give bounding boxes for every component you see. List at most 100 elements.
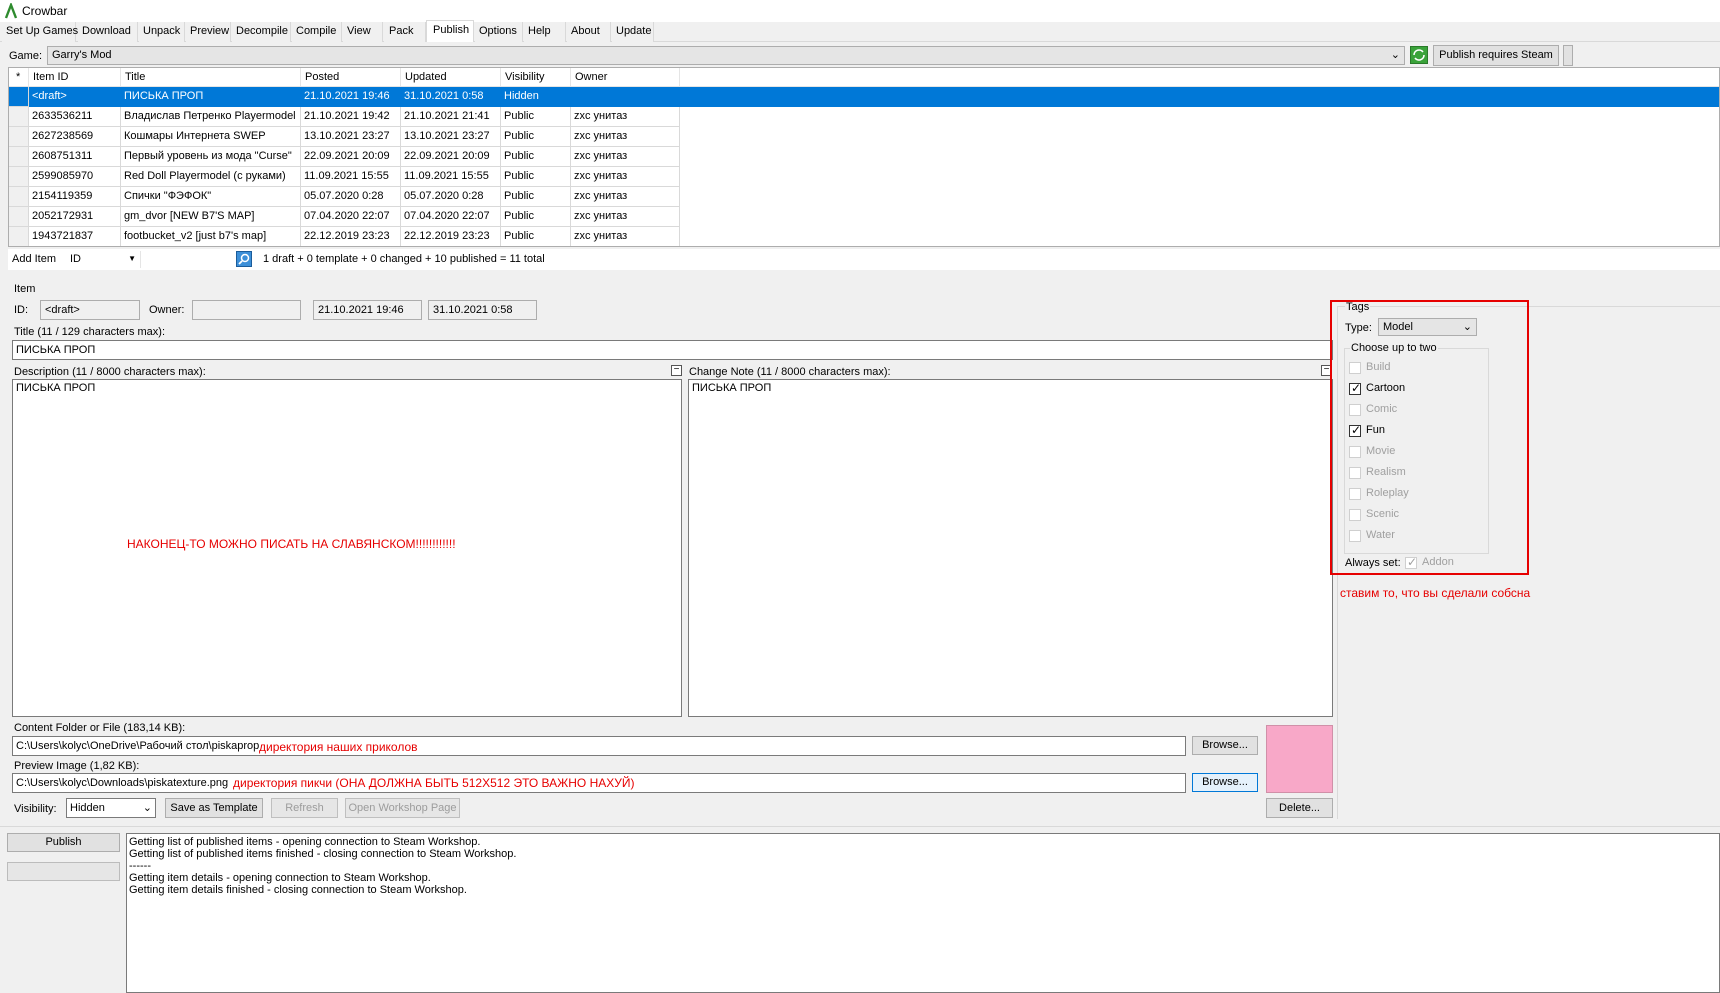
table-row[interactable]: 2627238569 Кошмары Интернета SWEP 13.10.… — [9, 127, 1719, 147]
column-header-posted[interactable]: Posted — [301, 68, 401, 87]
publish-requires-steam-button[interactable]: Publish requires Steam — [1433, 45, 1559, 66]
cell-title: Владислав Петренко Playermodel — [121, 107, 301, 127]
column-header-visibility[interactable]: Visibility — [501, 68, 571, 87]
main-tab-bar: Set Up Games Download Unpack Preview Dec… — [0, 20, 1720, 42]
cell-visibility: Public — [501, 107, 571, 127]
refresh-games-icon[interactable] — [1410, 46, 1428, 64]
delete-button[interactable]: Delete... — [1266, 798, 1333, 818]
log-line: Getting item details finished - closing … — [129, 884, 467, 896]
table-row[interactable]: 2052172931 gm_dvor [NEW B7'S MAP] 07.04.… — [9, 207, 1719, 227]
annotation-content-dir: директория наших приколов — [259, 740, 418, 754]
table-row[interactable]: 1943721837 footbucket_v2 [just b7's map]… — [9, 227, 1719, 246]
annotation-tags: ставим то, что вы сделали собсна — [1340, 586, 1531, 600]
cell-owner: zxc унитаз — [571, 107, 680, 127]
cell-owner: zxc унитаз — [571, 207, 680, 227]
tab-unpack[interactable]: Unpack — [139, 22, 185, 42]
table-row[interactable]: 2608751311 Первый уровень из мода "Curse… — [9, 147, 1719, 167]
tab-decompile[interactable]: Decompile — [232, 22, 291, 42]
search-type-value: ID — [70, 253, 81, 265]
cell-item-id: 2608751311 — [29, 147, 121, 167]
tab-options[interactable]: Options — [475, 22, 523, 42]
column-header-title[interactable]: Title — [121, 68, 301, 87]
save-as-template-button[interactable]: Save as Template — [165, 798, 263, 818]
tab-preview[interactable]: Preview — [186, 22, 231, 42]
row-header — [9, 87, 29, 107]
description-label: Description (11 / 8000 characters max): — [14, 366, 206, 378]
log-line: ------ — [129, 860, 151, 872]
cell-title: Спички "ФЭФОК" — [121, 187, 301, 207]
cell-title: ПИСЬКА ПРОП — [121, 87, 301, 107]
cell-item-id: 2627238569 — [29, 127, 121, 147]
progress-bar — [7, 862, 120, 881]
row-header — [9, 227, 29, 246]
visibility-select[interactable]: Hidden ⌄ — [66, 798, 156, 818]
cell-updated: 05.07.2020 0:28 — [401, 187, 501, 207]
cell-title: gm_dvor [NEW B7'S MAP] — [121, 207, 301, 227]
tab-about[interactable]: About — [567, 22, 611, 42]
title-input[interactable]: ПИСЬКА ПРОП — [12, 340, 1333, 360]
log-line: Getting item details - opening connectio… — [129, 872, 431, 884]
caret-down-icon: ▼ — [128, 254, 136, 263]
publish-button[interactable]: Publish — [7, 833, 120, 852]
cell-owner: zxc унитаз — [571, 147, 680, 167]
row-header — [9, 207, 29, 227]
content-browse-button[interactable]: Browse... — [1192, 736, 1258, 755]
search-icon[interactable] — [236, 251, 252, 267]
cell-title: Red Doll Playermodel (с руками) — [121, 167, 301, 187]
cell-title: Первый уровень из мода "Curse" — [121, 147, 301, 167]
add-item-button[interactable]: Add Item — [12, 253, 56, 265]
table-row[interactable]: 2154119359 Спички "ФЭФОК" 05.07.2020 0:2… — [9, 187, 1719, 207]
cell-owner: zxc унитаз — [571, 127, 680, 147]
content-folder-input[interactable]: C:\Users\kolyc\OneDrive\Рабочий стол\pis… — [12, 736, 1186, 756]
search-input[interactable] — [142, 251, 232, 268]
change-note-label: Change Note (11 / 8000 characters max): — [689, 366, 891, 378]
column-header-updated[interactable]: Updated — [401, 68, 501, 87]
table-row[interactable]: 2633536211 Владислав Петренко Playermode… — [9, 107, 1719, 127]
tab-update[interactable]: Update — [612, 22, 654, 42]
published-items-table[interactable]: * Item ID Title Posted Updated Visibilit… — [8, 67, 1720, 247]
add-item-toolbar: Add Item ID ▼ 1 draft + 0 template + 0 c… — [8, 249, 1720, 270]
cell-posted: 11.09.2021 15:55 — [301, 167, 401, 187]
cell-posted: 13.10.2021 23:27 — [301, 127, 401, 147]
tab-pack[interactable]: Pack — [384, 22, 426, 42]
cell-updated: 22.12.2019 23:23 — [401, 227, 501, 246]
owner-label: Owner: — [149, 304, 185, 316]
search-type-select[interactable]: ID ▼ — [66, 251, 141, 268]
tab-set-up-games[interactable]: Set Up Games — [2, 22, 78, 42]
id-label: ID: — [14, 304, 29, 316]
divider — [0, 826, 1720, 827]
table-row[interactable]: <draft> ПИСЬКА ПРОП 21.10.2021 19:46 31.… — [9, 87, 1719, 107]
open-workshop-page-button[interactable]: Open Workshop Page — [345, 798, 460, 818]
tab-help[interactable]: Help — [524, 22, 566, 42]
change-note-textarea[interactable]: ПИСЬКА ПРОП — [688, 379, 1333, 717]
table-row[interactable]: 2599085970 Red Doll Playermodel (с рукам… — [9, 167, 1719, 187]
cell-updated: 21.10.2021 21:41 — [401, 107, 501, 127]
tab-download[interactable]: Download — [78, 22, 138, 42]
cell-title: footbucket_v2 [just b7's map] — [121, 227, 301, 246]
app-title: Crowbar — [22, 4, 68, 18]
cell-visibility: Public — [501, 207, 571, 227]
tab-view[interactable]: View — [343, 22, 383, 42]
visibility-label: Visibility: — [14, 803, 57, 815]
cell-visibility: Hidden — [501, 87, 571, 107]
game-select[interactable]: Garry's Mod ⌄ — [47, 46, 1405, 65]
description-collapse-icon[interactable]: − — [671, 365, 682, 376]
row-header — [9, 107, 29, 127]
log-line: Getting list of published items - openin… — [129, 836, 481, 848]
tab-compile[interactable]: Compile — [292, 22, 342, 42]
column-header-star[interactable]: * — [9, 68, 29, 87]
cell-updated: 22.09.2021 20:09 — [401, 147, 501, 167]
column-header-owner[interactable]: Owner — [571, 68, 680, 87]
posted-date-field: 21.10.2021 19:46 — [313, 300, 422, 320]
cell-posted: 22.12.2019 23:23 — [301, 227, 401, 246]
column-header-item-id[interactable]: Item ID — [29, 68, 121, 87]
row-header — [9, 187, 29, 207]
overflow-button[interactable] — [1563, 45, 1573, 66]
refresh-button[interactable]: Refresh — [271, 798, 338, 818]
row-header — [9, 127, 29, 147]
tab-publish[interactable]: Publish — [426, 20, 474, 42]
cell-updated: 31.10.2021 0:58 — [401, 87, 501, 107]
cell-owner: zxc унитаз — [571, 167, 680, 187]
log-output[interactable]: Getting list of published items - openin… — [126, 833, 1720, 993]
preview-browse-button[interactable]: Browse... — [1192, 773, 1258, 792]
